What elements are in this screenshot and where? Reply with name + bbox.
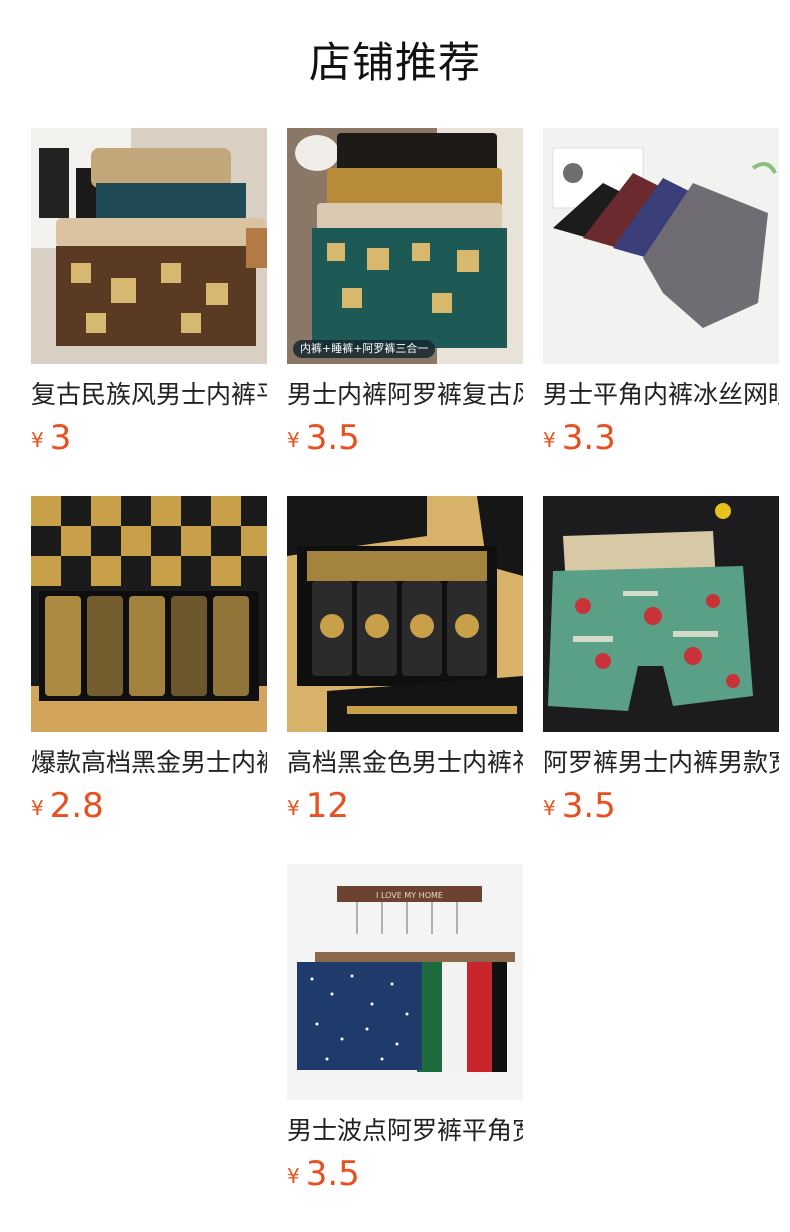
product-title[interactable]: 复古民族风男士内裤平角裤: [31, 378, 267, 412]
currency-symbol: ¥: [543, 428, 556, 452]
product-image[interactable]: [543, 496, 779, 732]
product-card[interactable]: I LOVE MY HOME 男士波点阿罗裤平角 ¥ 3.5: [287, 864, 523, 1204]
currency-symbol: ¥: [31, 796, 44, 820]
product-price: ¥3: [31, 416, 267, 460]
product-sign: I LOVE MY HOME: [376, 891, 443, 900]
currency-symbol: ¥: [543, 796, 556, 820]
product-image[interactable]: [31, 496, 267, 732]
price-value: 3.3: [561, 418, 616, 458]
product-card[interactable]: 爆款高档黑金男士内裤礼盒 ¥2.8: [31, 496, 267, 836]
product-title[interactable]: 男士波点阿罗裤平角宽松: [287, 1114, 523, 1148]
black-gold-boxers-box-photo: [31, 496, 267, 732]
brown-tribal-boxers-photo: [31, 128, 267, 364]
product-card[interactable]: 内裤+睡裤+阿罗裤三合一 男士内裤阿罗裤复古风睡裤 ¥3.5: [287, 128, 523, 468]
black-gold-gift-box-photo: [287, 496, 523, 732]
product-image[interactable]: 内裤+睡裤+阿罗裤三合一: [287, 128, 523, 364]
teal-tribal-shorts-photo: [287, 128, 523, 364]
product-card[interactable]: 男士平角内裤冰丝网眼透气 ¥3.3: [543, 128, 779, 468]
product-card[interactable]: 复古民族风男士内裤平角裤 ¥3: [31, 128, 267, 468]
grey-mesh-boxers-photo: [543, 128, 779, 364]
currency-symbol: ¥: [287, 1164, 300, 1188]
currency-symbol: ¥: [287, 428, 300, 452]
price-value: 3: [49, 418, 72, 458]
product-title[interactable]: 男士平角内裤冰丝网眼透气: [543, 378, 779, 412]
price-value: 3.5: [305, 1154, 360, 1194]
product-card[interactable]: 高档黑金色男士内裤礼盒装 ¥12: [287, 496, 523, 836]
product-image[interactable]: I LOVE MY HOME: [287, 864, 523, 1100]
product-image[interactable]: [31, 128, 267, 364]
product-price: ¥2.8: [31, 784, 267, 828]
price-value: 3.5: [561, 786, 616, 826]
product-image[interactable]: [543, 128, 779, 364]
green-print-shorts-photo: [543, 496, 779, 732]
product-image[interactable]: [287, 496, 523, 732]
product-price: ¥3.5: [543, 784, 779, 828]
product-title[interactable]: 爆款高档黑金男士内裤礼盒: [31, 746, 267, 780]
price-value: 12: [305, 786, 349, 826]
price-value: 3.5: [305, 418, 360, 458]
product-card[interactable]: 阿罗裤男士内裤男款宽松 ¥3.5: [543, 496, 779, 836]
product-price: ¥3.5: [287, 1152, 523, 1196]
currency-symbol: ¥: [31, 428, 44, 452]
price-value: 2.8: [49, 786, 104, 826]
section-title: 店铺推荐: [308, 38, 481, 87]
product-title[interactable]: 高档黑金色男士内裤礼盒装: [287, 746, 523, 780]
product-title[interactable]: 阿罗裤男士内裤男款宽松: [543, 746, 779, 780]
product-title[interactable]: 男士内裤阿罗裤复古风睡裤: [287, 378, 523, 412]
product-price: ¥3.3: [543, 416, 779, 460]
polka-dot-shorts-hanging-photo: I LOVE MY HOME: [287, 864, 523, 1100]
product-badge: 内裤+睡裤+阿罗裤三合一: [293, 340, 436, 358]
currency-symbol: ¥: [287, 796, 300, 820]
product-price: ¥3.5: [287, 416, 523, 460]
product-price: ¥12: [287, 784, 523, 828]
